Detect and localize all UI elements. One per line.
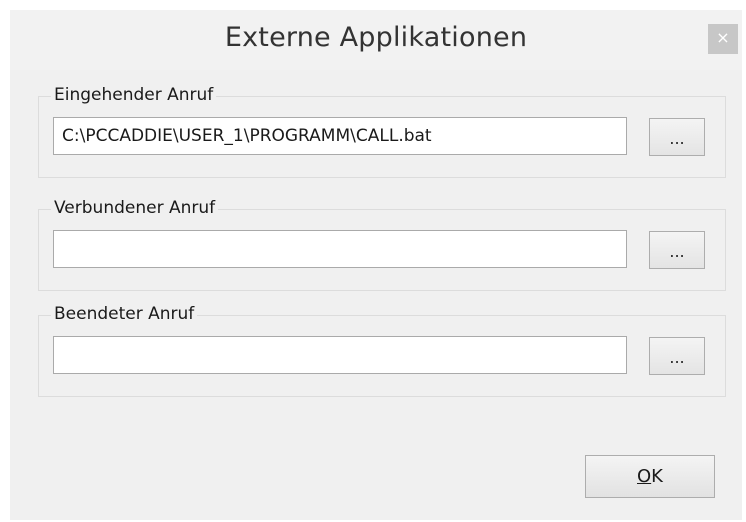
incoming-call-browse-button[interactable]: ... [649, 118, 705, 156]
close-icon[interactable]: × [708, 24, 738, 54]
incoming-call-path-input[interactable] [53, 117, 627, 155]
ended-call-browse-button[interactable]: ... [649, 337, 705, 375]
ended-call-path-input[interactable] [53, 336, 627, 374]
group-ended-call: Beendeter Anruf ... [38, 304, 726, 397]
ok-mnemonic: O [637, 466, 652, 487]
title-bar: Externe Applikationen [10, 10, 742, 70]
ok-button[interactable]: OK [585, 455, 715, 498]
dialog-title: Externe Applikationen [224, 22, 528, 53]
dialog-window: Externe Applikationen × Eingehender Anru… [0, 0, 746, 522]
connected-call-browse-button[interactable]: ... [649, 231, 705, 269]
group-label-incoming-call: Eingehender Anruf [51, 85, 217, 105]
ok-label-rest: K [651, 466, 663, 487]
group-label-connected-call: Verbundener Anruf [51, 198, 219, 218]
connected-call-path-input[interactable] [53, 230, 627, 268]
group-connected-call: Verbundener Anruf ... [38, 198, 726, 291]
group-label-ended-call: Beendeter Anruf [51, 304, 198, 324]
dialog-body: Eingehender Anruf ... Verbundener Anruf … [10, 70, 742, 520]
group-incoming-call: Eingehender Anruf ... [38, 85, 726, 178]
